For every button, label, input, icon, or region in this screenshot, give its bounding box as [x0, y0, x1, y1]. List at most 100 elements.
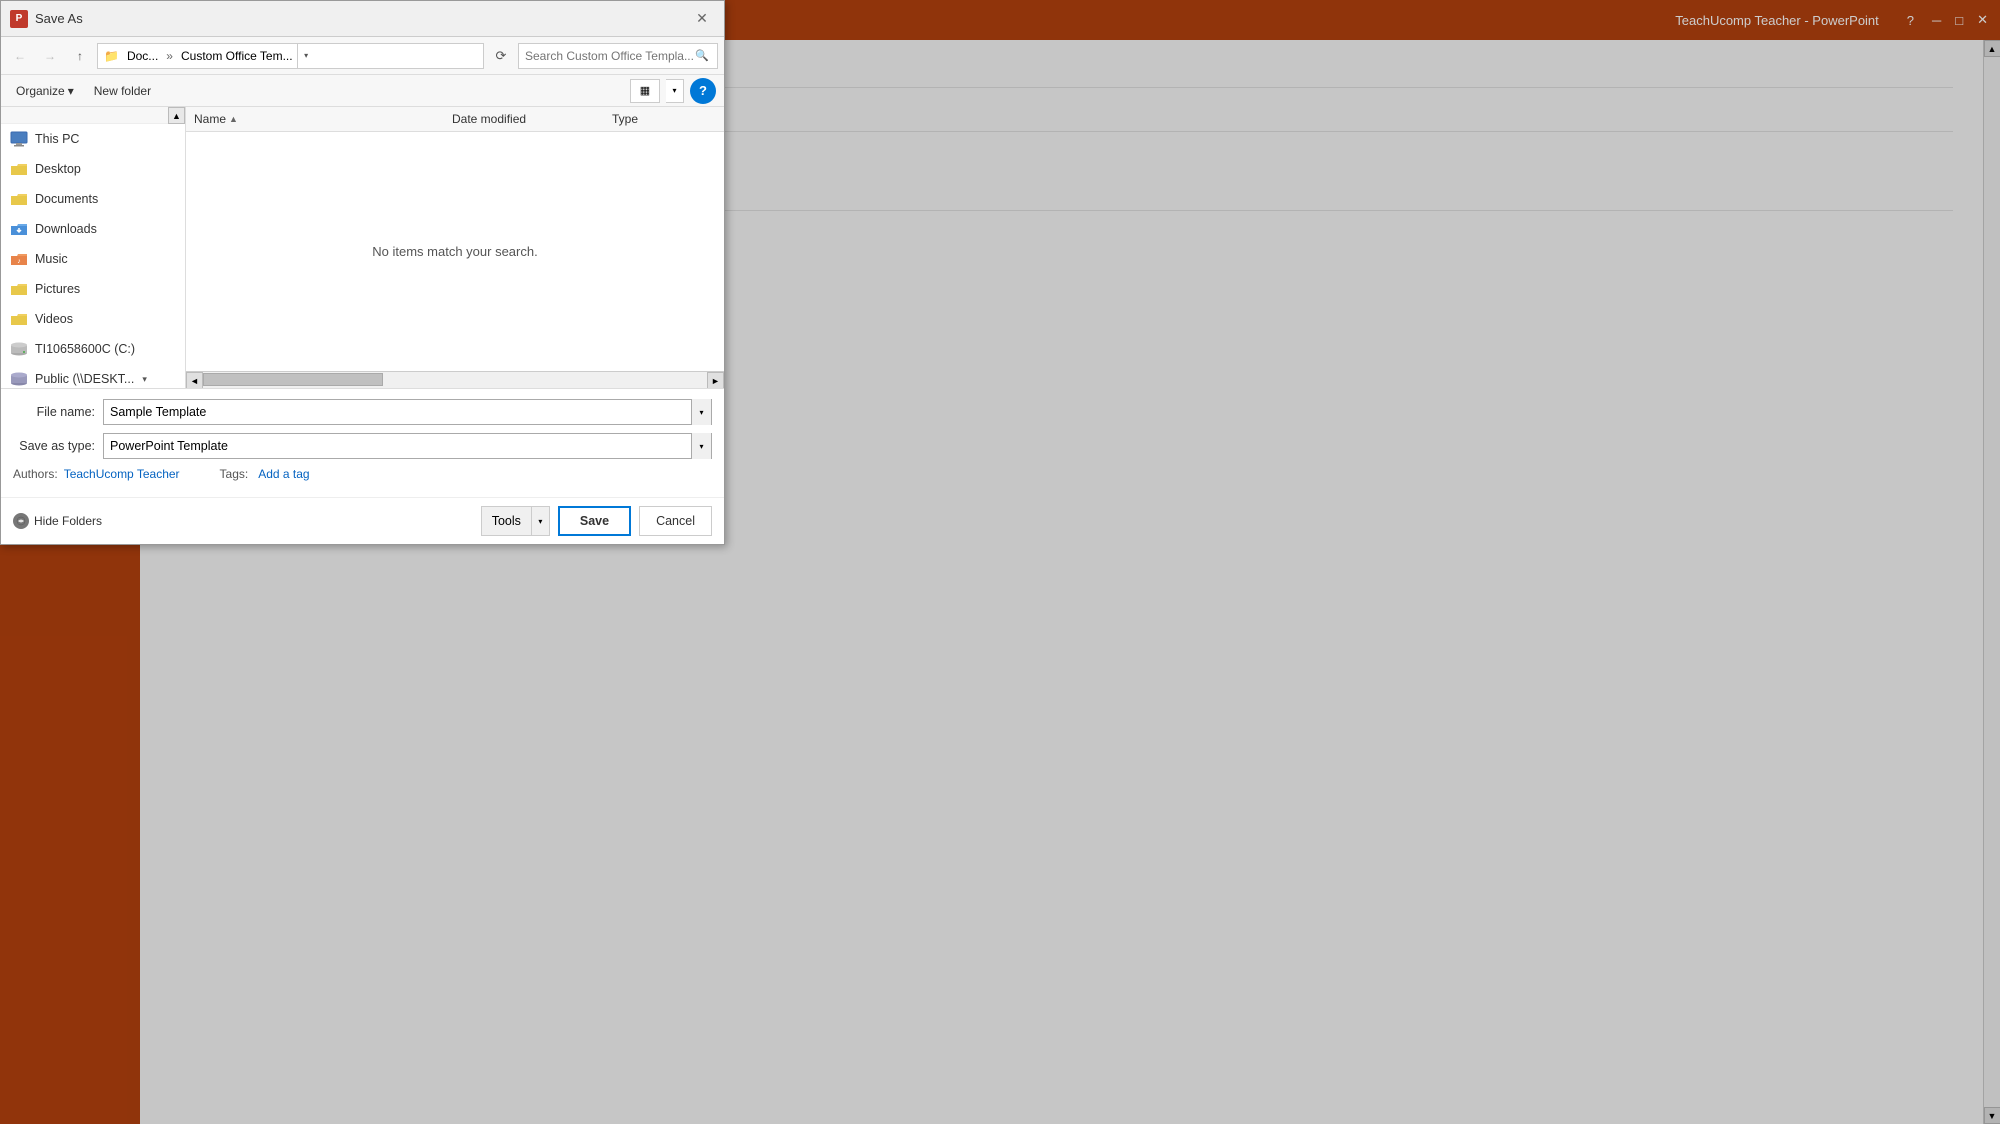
file-name-label: File name:: [13, 405, 103, 419]
help-button[interactable]: ?: [690, 78, 716, 104]
save-button[interactable]: Save: [558, 506, 631, 536]
sidebar-item-drive-c[interactable]: TI10658600C (C:): [1, 334, 185, 364]
save-as-type-input[interactable]: [104, 439, 691, 453]
nav-label-documents: Documents: [35, 192, 98, 206]
save-as-type-input-container: ▾: [103, 433, 712, 459]
videos-folder-icon: [9, 309, 29, 329]
save-as-type-label: Save as type:: [13, 439, 103, 453]
up-button[interactable]: ↑: [67, 43, 93, 69]
breadcrumb-dropdown[interactable]: ▾: [297, 43, 315, 69]
organize-label: Organize: [16, 84, 65, 98]
svg-text:♪: ♪: [17, 258, 21, 265]
sidebar-item-this-pc[interactable]: This PC: [1, 124, 185, 154]
file-name-input-container: ▾: [103, 399, 712, 425]
h-scroll-thumb[interactable]: [203, 373, 383, 386]
nav-label-drive-public: Public (\\DESKT...: [35, 372, 134, 386]
nav-label-music: Music: [35, 252, 68, 266]
file-name-dropdown-button[interactable]: ▾: [691, 399, 711, 425]
organize-button[interactable]: Organize ▾: [9, 80, 81, 102]
nav-label-downloads: Downloads: [35, 222, 97, 236]
sort-arrow-icon: ▲: [229, 114, 238, 124]
new-folder-button[interactable]: New folder: [87, 80, 158, 102]
search-box: 🔍: [518, 43, 718, 69]
nav-label-desktop: Desktop: [35, 162, 81, 176]
type-col-label: Type: [612, 112, 638, 126]
dialog-app-icon: P: [9, 9, 29, 29]
dialog-titlebar: P Save As ✕: [1, 1, 724, 37]
horizontal-scrollbar[interactable]: ◄ ►: [186, 371, 724, 388]
hide-folders-button[interactable]: Hide Folders: [13, 513, 102, 529]
sidebar-item-pictures[interactable]: Pictures: [1, 274, 185, 304]
sidebar-item-drive-public[interactable]: Public (\\DESKT... ▾: [1, 364, 185, 388]
drive-network-icon: [9, 369, 29, 388]
breadcrumb-sep1: »: [166, 49, 173, 63]
back-button[interactable]: ←: [7, 43, 33, 69]
name-col-label: Name: [194, 112, 226, 126]
breadcrumb-bar[interactable]: 📁 Doc... » Custom Office Tem... ▾: [97, 43, 484, 69]
refresh-button[interactable]: ⟳: [488, 43, 514, 69]
sidebar-item-documents[interactable]: Documents: [1, 184, 185, 214]
name-column-header[interactable]: Name ▲: [186, 107, 444, 131]
organize-arrow-icon: ▾: [68, 84, 74, 98]
desktop-folder-icon: [9, 159, 29, 179]
tools-label: Tools: [492, 514, 521, 528]
folder-breadcrumb-icon: 📁: [104, 49, 119, 63]
tools-button-group: Tools ▾: [481, 506, 550, 536]
type-column-header[interactable]: Type: [604, 107, 724, 131]
up-icon: ↑: [77, 49, 83, 63]
forward-button[interactable]: →: [37, 43, 63, 69]
view-button[interactable]: ▦: [630, 79, 660, 103]
files-column-headers: Name ▲ Date modified Type: [186, 107, 724, 132]
hide-folders-label: Hide Folders: [34, 514, 102, 528]
authors-label: Authors:: [13, 467, 64, 481]
dialog-close-button[interactable]: ✕: [688, 7, 716, 31]
save-as-type-row: Save as type: ▾: [13, 433, 712, 459]
file-name-input[interactable]: [104, 405, 691, 419]
search-input[interactable]: [525, 49, 693, 63]
sidebar-item-desktop[interactable]: Desktop: [1, 154, 185, 184]
ppt-icon: P: [10, 10, 28, 28]
sidebar-item-downloads[interactable]: Downloads: [1, 214, 185, 244]
date-column-header[interactable]: Date modified: [444, 107, 604, 131]
tools-dropdown-button[interactable]: ▾: [532, 506, 550, 536]
dialog-overlay: P Save As ✕ ← → ↑ 📁 Doc... » Custom Offi…: [0, 0, 2000, 1124]
nav-label-drive-c: TI10658600C (C:): [35, 342, 135, 356]
sidebar-item-music[interactable]: ♪ Music: [1, 244, 185, 274]
view-dropdown-button[interactable]: ▾: [666, 79, 684, 103]
authors-tags-row: Authors: TeachUcomp Teacher Tags: Add a …: [13, 467, 712, 481]
cancel-button[interactable]: Cancel: [639, 506, 712, 536]
tags-label: Tags:: [220, 467, 255, 481]
breadcrumb-part2: Custom Office Tem...: [181, 49, 293, 63]
tools-button[interactable]: Tools: [481, 506, 532, 536]
nav-label-pictures: Pictures: [35, 282, 80, 296]
hide-folders-icon: [13, 513, 29, 529]
dialog-title: Save As: [35, 11, 688, 26]
dialog-files-area: Name ▲ Date modified Type No items match…: [186, 107, 724, 388]
tags-add-button[interactable]: Add a tag: [258, 467, 309, 481]
dialog-toolbar-actions: Organize ▾ New folder ▦ ▾ ?: [1, 75, 724, 107]
search-icon: 🔍: [695, 49, 709, 62]
h-scroll-right-button[interactable]: ►: [707, 372, 724, 388]
drive-public-expand-icon[interactable]: ▾: [142, 374, 147, 385]
nav-scroll-up-btn[interactable]: ▲: [168, 107, 185, 124]
pictures-folder-icon: [9, 279, 29, 299]
search-button[interactable]: 🔍: [693, 47, 711, 65]
dialog-nav-panel: ▲ This PC: [1, 107, 186, 388]
downloads-folder-icon: [9, 219, 29, 239]
files-content-area: No items match your search.: [186, 132, 724, 371]
authors-value[interactable]: TeachUcomp Teacher: [64, 467, 180, 481]
music-folder-icon: ♪: [9, 249, 29, 269]
save-as-type-dropdown-button[interactable]: ▾: [691, 433, 711, 459]
no-items-message: No items match your search.: [372, 244, 537, 259]
h-scroll-track[interactable]: [203, 372, 707, 388]
this-pc-icon: [9, 129, 29, 149]
refresh-icon: ⟳: [496, 48, 507, 64]
sidebar-item-videos[interactable]: Videos: [1, 304, 185, 334]
dialog-toolbar-nav: ← → ↑ 📁 Doc... » Custom Office Tem... ▾ …: [1, 37, 724, 75]
breadcrumb-part1: Doc...: [127, 49, 158, 63]
dialog-body: ▲ This PC: [1, 107, 724, 388]
nav-label-videos: Videos: [35, 312, 73, 326]
dialog-form-area: File name: ▾ Save as type: ▾ Authors: Te…: [1, 388, 724, 497]
h-scroll-left-button[interactable]: ◄: [186, 372, 203, 388]
date-col-label: Date modified: [452, 112, 526, 126]
